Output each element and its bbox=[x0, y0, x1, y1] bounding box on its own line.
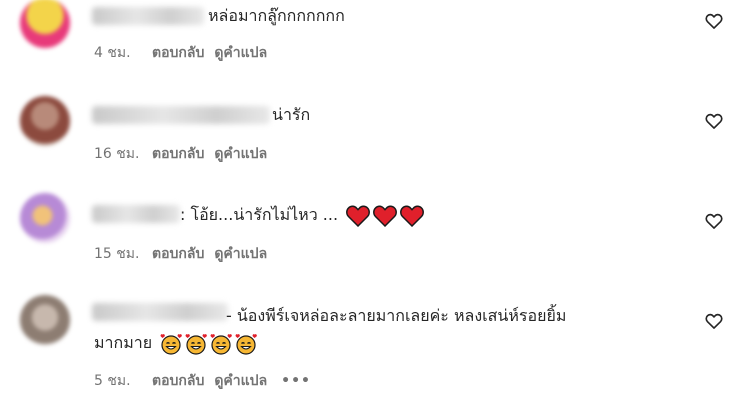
reply-button[interactable]: ตอบกลับ bbox=[152, 42, 204, 64]
smiling-face-with-hearts-emoji bbox=[210, 333, 233, 355]
comment-meta: 15 ชม. ตอบกลับ ดูคำแปล bbox=[94, 243, 267, 265]
smiling-face-with-hearts-emoji bbox=[235, 333, 258, 355]
heart-outline-icon[interactable] bbox=[704, 211, 724, 231]
comment-time: 5 ชม. bbox=[94, 373, 131, 389]
more-options-button[interactable]: ••• bbox=[281, 373, 311, 389]
smiling-face-with-hearts-emoji bbox=[185, 333, 208, 355]
reply-button[interactable]: ตอบกลับ bbox=[152, 243, 204, 265]
comment-text: หล่อมากลู๊กกกกกกก bbox=[208, 6, 345, 25]
heart-outline-icon[interactable] bbox=[704, 311, 724, 331]
comment-meta: 4 ชม. ตอบกลับ ดูคำแปล bbox=[94, 42, 267, 64]
see-translation-button[interactable]: ดูคำแปล bbox=[214, 370, 267, 392]
red-heart-emoji bbox=[346, 205, 371, 227]
red-heart-emoji bbox=[373, 205, 398, 227]
comment-text: - น้องพีร์เจหล่อละลายมากเลยค่ะ หลงเสน่ห์… bbox=[226, 306, 567, 325]
comment-text-continued: มากมาย bbox=[94, 333, 153, 352]
comment-time: 15 ชม. bbox=[94, 246, 140, 262]
avatar[interactable] bbox=[20, 193, 70, 243]
reply-button[interactable]: ตอบกลับ bbox=[152, 143, 204, 165]
avatar[interactable] bbox=[20, 96, 70, 146]
comment-time: 4 ชม. bbox=[94, 45, 131, 61]
smiling-face-with-hearts-emoji bbox=[160, 333, 183, 355]
username-blurred[interactable] bbox=[92, 205, 180, 223]
see-translation-button[interactable]: ดูคำแปล bbox=[214, 42, 267, 64]
comment-time: 16 ชม. bbox=[94, 146, 140, 162]
username-blurred[interactable] bbox=[92, 7, 204, 25]
comment-text-row: มากมาย bbox=[94, 328, 258, 358]
comment-text-row: : โอ้ย...น่ารักไม่ไหว ... bbox=[180, 200, 425, 230]
username-blurred[interactable] bbox=[92, 106, 270, 124]
see-translation-button[interactable]: ดูคำแปล bbox=[214, 143, 267, 165]
see-translation-button[interactable]: ดูคำแปล bbox=[214, 243, 267, 265]
avatar[interactable] bbox=[20, 0, 70, 48]
comment-text: น่ารัก bbox=[272, 105, 311, 124]
heart-outline-icon[interactable] bbox=[704, 111, 724, 131]
heart-outline-icon[interactable] bbox=[704, 11, 724, 31]
avatar[interactable] bbox=[20, 295, 70, 345]
comment-meta: 5 ชม. ตอบกลับ ดูคำแปล ••• bbox=[94, 370, 311, 392]
comment-text: : โอ้ย...น่ารักไม่ไหว ... bbox=[180, 205, 339, 224]
comment-meta: 16 ชม. ตอบกลับ ดูคำแปล bbox=[94, 143, 267, 165]
reply-button[interactable]: ตอบกลับ bbox=[152, 370, 204, 392]
username-blurred[interactable] bbox=[92, 303, 228, 321]
red-heart-emoji bbox=[400, 205, 425, 227]
